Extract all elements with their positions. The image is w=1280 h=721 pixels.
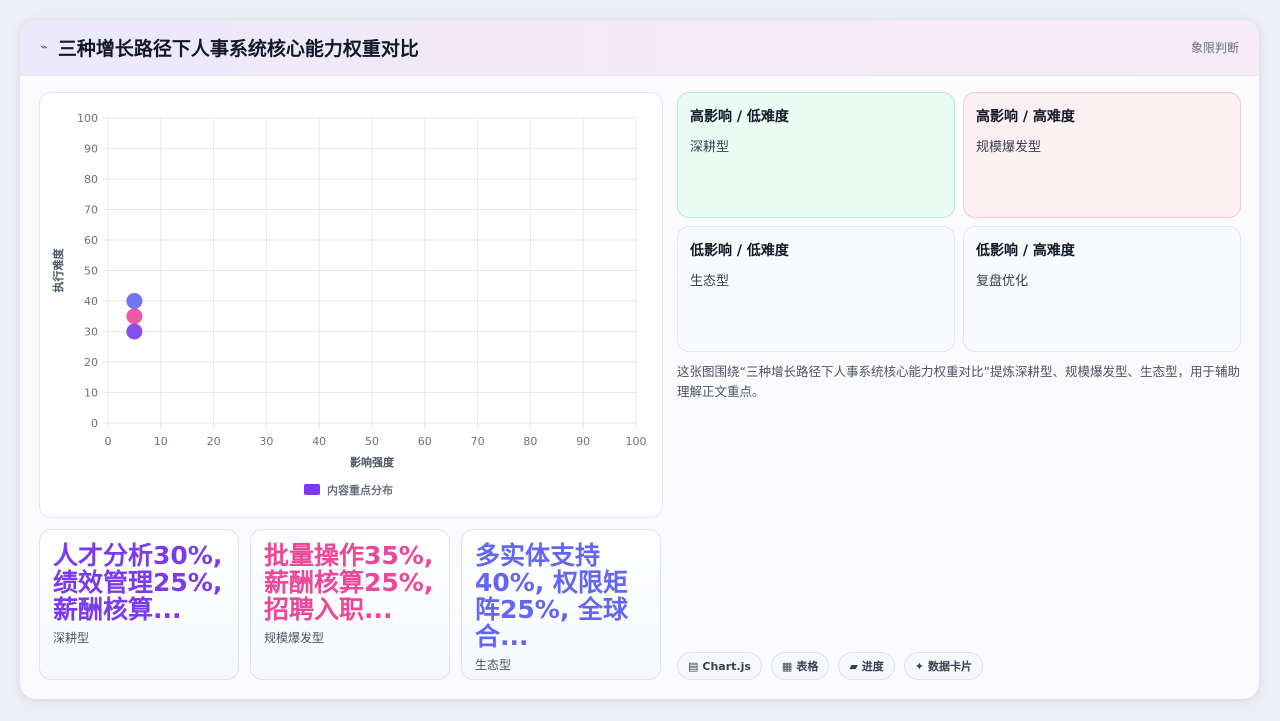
- sparkle-icon: ✦: [914, 659, 925, 673]
- tech-chips: ▤ Chart.js ▦ 表格 ▰ 进度 ✦ 数据卡片: [677, 652, 984, 680]
- y-tick-label: 10: [84, 387, 98, 400]
- stat-value: 人才分析30%, 绩效管理25%, 薪酬核算...: [53, 541, 223, 624]
- stat-card-scale: 批量操作35%, 薪酬核算25%, 招聘入职... 规模爆发型: [250, 529, 450, 680]
- quadrant-title: 低影响 / 低难度: [690, 243, 789, 259]
- data-point: [126, 293, 143, 309]
- y-tick-label: 90: [84, 143, 98, 156]
- x-tick-label: 50: [365, 435, 379, 448]
- x-tick-label: 100: [626, 435, 647, 448]
- table-icon: ▦: [781, 659, 793, 673]
- x-tick-label: 30: [259, 435, 273, 448]
- quadrant-label: 生态型: [690, 274, 730, 289]
- y-tick-label: 60: [84, 234, 98, 247]
- stat-label: 生态型: [475, 658, 512, 672]
- chip-progress[interactable]: ▰ 进度: [838, 652, 895, 680]
- quadrant-high-impact-high-difficulty: 高影响 / 高难度 规模爆发型: [963, 92, 1241, 218]
- stat-value: 批量操作35%, 薪酬核算25%, 招聘入职...: [264, 541, 434, 624]
- main-card: ⌁ 三种增长路径下人事系统核心能力权重对比 象限判断 0 10 20 30 40 50 60…: [20, 20, 1259, 699]
- y-tick-label: 100: [77, 112, 98, 125]
- quadrant-low-impact-high-difficulty: 低影响 / 高难度 复盘优化: [963, 226, 1241, 352]
- y-tick-label: 30: [84, 326, 98, 339]
- chip-label: 表格: [796, 660, 819, 673]
- quadrant-label: 规模爆发型: [976, 140, 1042, 155]
- lightning-icon: ⌁: [40, 40, 48, 55]
- x-tick-label: 10: [154, 435, 168, 448]
- stat-card-ecosystem: 多实体支持40%, 权限矩阵25%, 全球合... 生态型: [461, 529, 661, 680]
- x-tick-label: 20: [207, 435, 221, 448]
- header-tag: 象限判断: [1190, 41, 1239, 55]
- page-title: 三种增长路径下人事系统核心能力权重对比: [57, 38, 419, 60]
- x-tick-label: 40: [312, 435, 326, 448]
- chip-chartjs[interactable]: ▤ Chart.js: [677, 652, 762, 680]
- x-tick-label: 80: [523, 435, 537, 448]
- legend-label: 内容重点分布: [327, 483, 393, 497]
- quadrant-label: 深耕型: [690, 140, 730, 155]
- quadrant-low-impact-low-difficulty: 低影响 / 低难度 生态型: [677, 226, 955, 352]
- progress-icon: ▰: [849, 659, 858, 673]
- y-tick-label: 50: [84, 265, 98, 278]
- y-tick-label: 40: [84, 295, 98, 308]
- chip-label: 进度: [861, 660, 884, 673]
- scatter-chart-card: 0 10 20 30 40 50 60 70 80 90 100 0 10 20 30 40 50 60 70 80 9…: [39, 92, 663, 518]
- chip-label: Chart.js: [702, 659, 751, 673]
- data-point: [126, 323, 143, 340]
- x-tick-label: 90: [576, 435, 590, 448]
- y-tick-label: 0: [91, 417, 98, 430]
- y-tick-label: 70: [84, 204, 98, 217]
- chip-label: 数据卡片: [928, 660, 973, 673]
- chip-table[interactable]: ▦ 表格: [770, 652, 830, 680]
- stat-label: 规模爆发型: [264, 631, 325, 645]
- y-tick-label: 20: [84, 356, 98, 369]
- y-tick-label: 80: [84, 173, 98, 186]
- quadrant-title: 低影响 / 高难度: [976, 243, 1075, 259]
- header: ⌁ 三种增长路径下人事系统核心能力权重对比 象限判断: [20, 20, 1259, 76]
- legend-swatch: [304, 484, 320, 495]
- quadrant-title: 高影响 / 低难度: [690, 109, 789, 125]
- data-point: [126, 308, 143, 325]
- quadrant-high-impact-low-difficulty: 高影响 / 低难度 深耕型: [677, 92, 955, 218]
- chart-description: 这张图围绕“三种增长路径下人事系统核心能力权重对比”提炼深耕型、规模爆发型、生态…: [677, 364, 1240, 399]
- chip-data-card[interactable]: ✦ 数据卡片: [903, 652, 984, 680]
- stat-card-deep: 人才分析30%, 绩效管理25%, 薪酬核算... 深耕型: [39, 529, 239, 680]
- stat-label: 深耕型: [53, 631, 90, 645]
- quadrant-label: 复盘优化: [976, 274, 1029, 289]
- x-tick-label: 60: [418, 435, 432, 448]
- x-tick-label: 70: [471, 435, 485, 448]
- stat-value: 多实体支持40%, 权限矩阵25%, 全球合...: [475, 541, 629, 651]
- x-axis-title: 影响强度: [350, 455, 395, 469]
- quadrant-title: 高影响 / 高难度: [976, 109, 1075, 125]
- scatter-chart: 0 10 20 30 40 50 60 70 80 90 100 0 10 20 30 40 50 60 70 80 9…: [51, 112, 647, 497]
- x-tick-label: 0: [105, 435, 112, 448]
- chart-icon: ▤: [688, 659, 699, 673]
- y-axis-title: 执行难度: [51, 248, 65, 293]
